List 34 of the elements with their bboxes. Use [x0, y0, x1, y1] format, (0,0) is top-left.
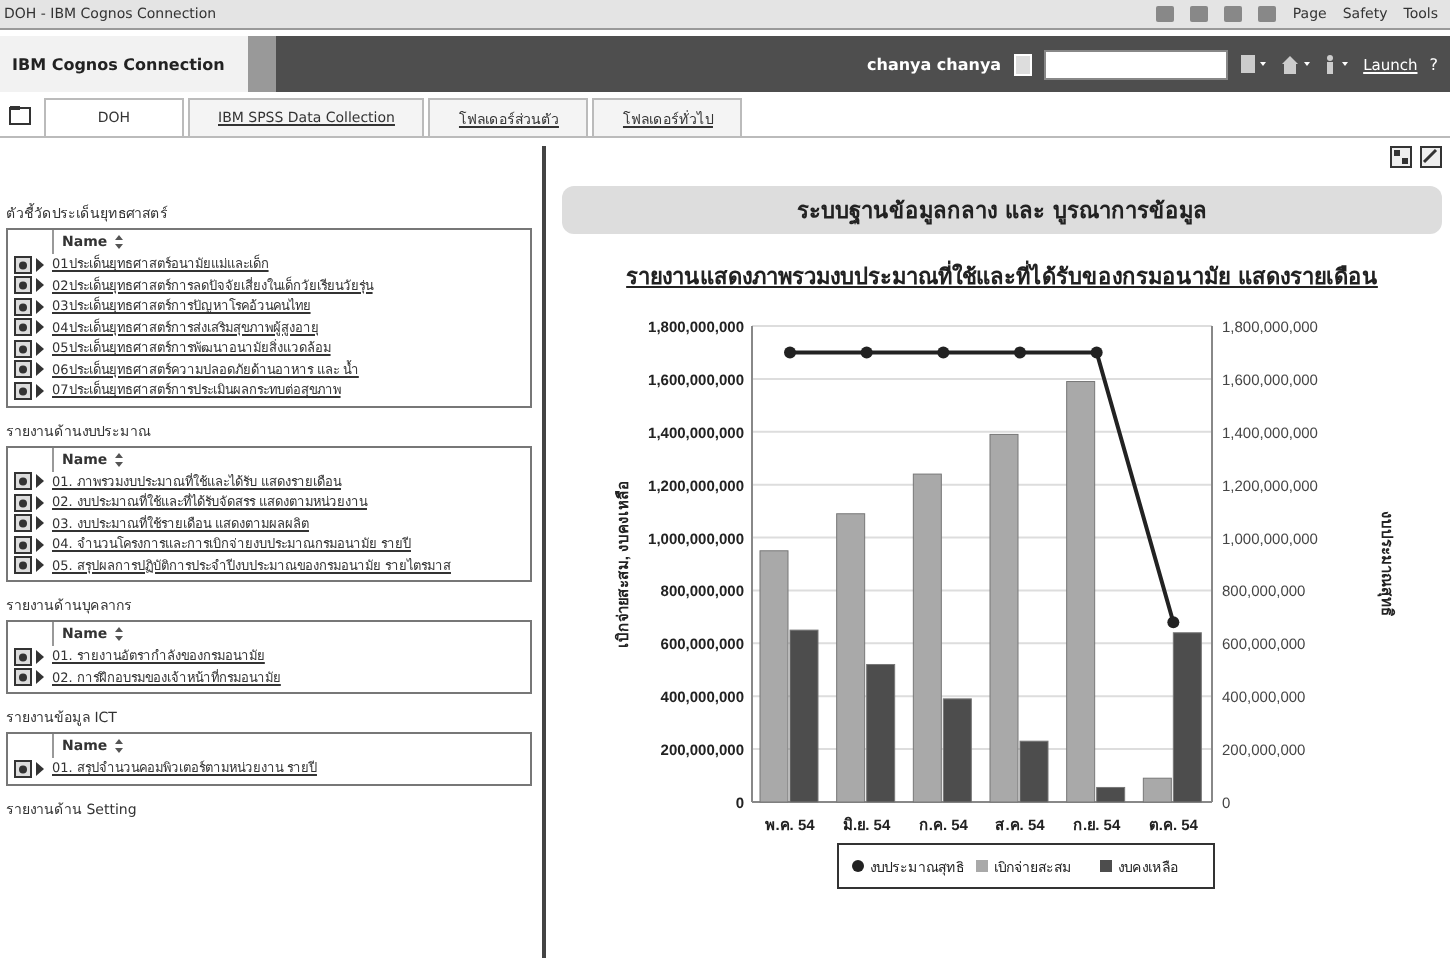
report-icon[interactable] — [14, 297, 46, 316]
report-icon[interactable] — [14, 668, 46, 687]
sort-icon[interactable] — [113, 738, 124, 754]
report-icon[interactable] — [14, 647, 46, 666]
document-icon[interactable] — [1013, 53, 1032, 75]
banner: ระบบฐานข้อมูลกลาง และ บูรณาการข้อมูล — [562, 186, 1442, 234]
sort-icon[interactable] — [113, 626, 124, 642]
search-icon[interactable] — [1239, 53, 1268, 75]
search-field[interactable] — [1043, 49, 1228, 79]
report-icon[interactable] — [14, 514, 46, 533]
report-icon[interactable] — [14, 759, 46, 778]
layout-icon[interactable] — [1390, 146, 1412, 168]
sort-icon[interactable] — [113, 451, 124, 467]
report-icon[interactable] — [14, 255, 46, 274]
info-icon[interactable] — [1323, 53, 1352, 75]
user-name: chanya chanya — [867, 55, 1002, 73]
report-icon[interactable] — [14, 493, 46, 512]
report-icon[interactable] — [14, 360, 46, 379]
report-icon[interactable] — [14, 535, 46, 554]
report-icon[interactable] — [14, 339, 46, 358]
legend-marker — [1100, 860, 1112, 872]
report-icon[interactable] — [14, 381, 46, 400]
legend-marker — [852, 860, 864, 872]
report-icon[interactable] — [14, 556, 46, 575]
legend-marker — [976, 860, 988, 872]
home-folder-icon[interactable] — [8, 103, 32, 125]
report-icon[interactable] — [14, 276, 46, 295]
report-icon[interactable] — [14, 318, 46, 337]
help-button[interactable]: ? — [1429, 55, 1438, 73]
report-title: รายงานแสดงภาพรวมงบประมาณที่ใช้และที่ได้รับของกรมอนามัย แสดงรายเดือน — [624, 258, 1380, 294]
product-name: IBM Cognos Connection — [0, 36, 248, 92]
report-icon[interactable] — [14, 472, 46, 491]
edit-page-icon[interactable] — [1420, 146, 1442, 168]
sort-icon[interactable] — [113, 234, 124, 250]
